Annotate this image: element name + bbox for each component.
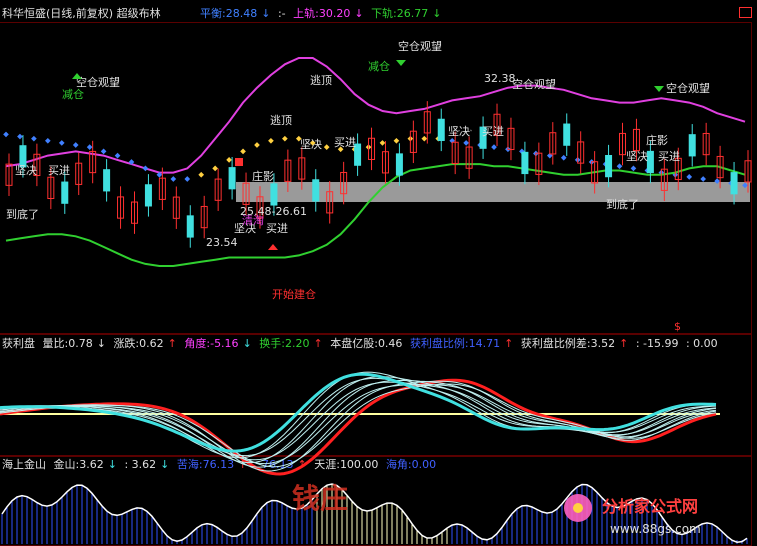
balance-dot <box>170 176 177 182</box>
mairu-label: 买进 <box>48 164 70 177</box>
balance-dot <box>212 165 218 172</box>
balance-dot <box>282 135 288 142</box>
jianjue-label: 坚决 <box>15 164 37 177</box>
jianjue-label: 坚决 <box>626 150 648 163</box>
zhuangying-label: 庄影 <box>646 133 668 147</box>
daodile-label: 到底了 <box>606 197 639 211</box>
balance-dot <box>254 142 260 148</box>
balance-dot <box>3 131 9 138</box>
mairu-label: 买进 <box>470 129 472 132</box>
watermark-site-url: www.88gs.com <box>610 522 701 536</box>
candle-body <box>563 123 571 146</box>
candle-body <box>395 153 403 176</box>
balance-dot <box>421 135 428 142</box>
balance-dot <box>31 135 37 142</box>
zhuangying-label: 庄影 <box>252 169 274 183</box>
balance-dot <box>72 142 79 148</box>
candle-body <box>730 172 738 195</box>
balance-dot <box>58 140 65 146</box>
kongcang-label: 空仓观望 <box>512 77 556 91</box>
balance-dot <box>100 148 107 155</box>
balance-dot <box>184 176 191 182</box>
balance-dot <box>86 144 93 150</box>
dollar-label: $ <box>674 320 681 333</box>
watermark-site-name: 分析家公式网 <box>602 497 698 516</box>
balance-dot <box>379 140 386 146</box>
candle-body <box>103 169 111 192</box>
mairu-label: 买进 <box>658 150 680 163</box>
candle-body <box>605 154 613 178</box>
candle-body <box>646 150 654 174</box>
chart-canvas: 空仓观望减仓空仓观望减仓空仓观望 空仓观望逃顶逃顶坚决 买进坚决 买进坚决 买进坚决 买进… <box>0 39 752 544</box>
profit-wave-line <box>0 380 717 472</box>
green-down-arrow-icon <box>396 60 406 66</box>
balance-dot <box>268 137 274 144</box>
mairu-label: 买进 <box>482 125 504 138</box>
candle-body <box>144 184 152 207</box>
profit-wave-line <box>0 379 717 468</box>
balance-dot <box>17 133 23 140</box>
balance-dot <box>240 148 246 155</box>
candle-body <box>228 167 236 190</box>
balance-dot <box>45 137 51 144</box>
jianjue-label: 坚决 <box>300 138 322 151</box>
jiancang-label: 减仓 <box>62 87 84 101</box>
balance-dot <box>700 176 706 182</box>
balance-dot <box>198 171 205 178</box>
taoding-label: 逃顶 <box>270 114 292 127</box>
profit-wave-line <box>0 383 717 468</box>
mairu-label: 买进 <box>334 136 356 149</box>
candle-body <box>312 179 320 202</box>
profit-panel <box>0 371 720 476</box>
kongcang-label: 空仓观望 <box>398 39 442 53</box>
red-up-arrow-icon <box>268 244 278 250</box>
candle-body <box>61 181 69 204</box>
balance-dot <box>323 144 330 150</box>
high-price-label: 32.38 <box>484 72 516 85</box>
kongcang-label: 空仓观望 <box>666 81 710 95</box>
kaishi-label: 开始建仓 <box>272 287 316 301</box>
candle-body <box>688 134 696 157</box>
profit-wave-line <box>0 376 717 464</box>
range-label: 25.48-26.61 <box>240 205 307 218</box>
balance-dot <box>226 157 232 163</box>
profit-wave-line <box>0 378 717 476</box>
profit-wave-line <box>0 381 717 461</box>
candle-body <box>270 183 278 206</box>
low-price-label: 23.54 <box>206 236 238 249</box>
balance-dot <box>616 163 623 170</box>
balance-dot <box>686 174 693 180</box>
balance-dot <box>142 165 149 172</box>
flower-center-icon <box>573 503 583 513</box>
candle-body <box>186 215 194 238</box>
signal-marker <box>235 158 243 166</box>
daodile-label: 到底了 <box>6 207 39 221</box>
candle-body <box>437 118 445 141</box>
mairu-label: 买进 <box>266 222 288 235</box>
watermark-logo-left: 钱庄 <box>292 482 348 515</box>
balance-dot <box>393 137 400 144</box>
green-down-arrow-icon <box>654 86 664 92</box>
profit-wave-line <box>0 384 717 465</box>
balance-dot <box>630 165 637 172</box>
lower-band-line <box>5 163 746 267</box>
jiancang-label: 减仓 <box>368 59 390 73</box>
balance-dot <box>114 152 121 159</box>
balance-dot <box>491 144 497 150</box>
kongcang-label: 空仓观望 <box>76 75 120 89</box>
taoding-label: 逃顶 <box>310 74 332 87</box>
candle-body <box>521 151 529 175</box>
profit-wave-line <box>0 377 717 457</box>
balance-dot <box>463 140 469 146</box>
balance-dot <box>560 154 567 161</box>
